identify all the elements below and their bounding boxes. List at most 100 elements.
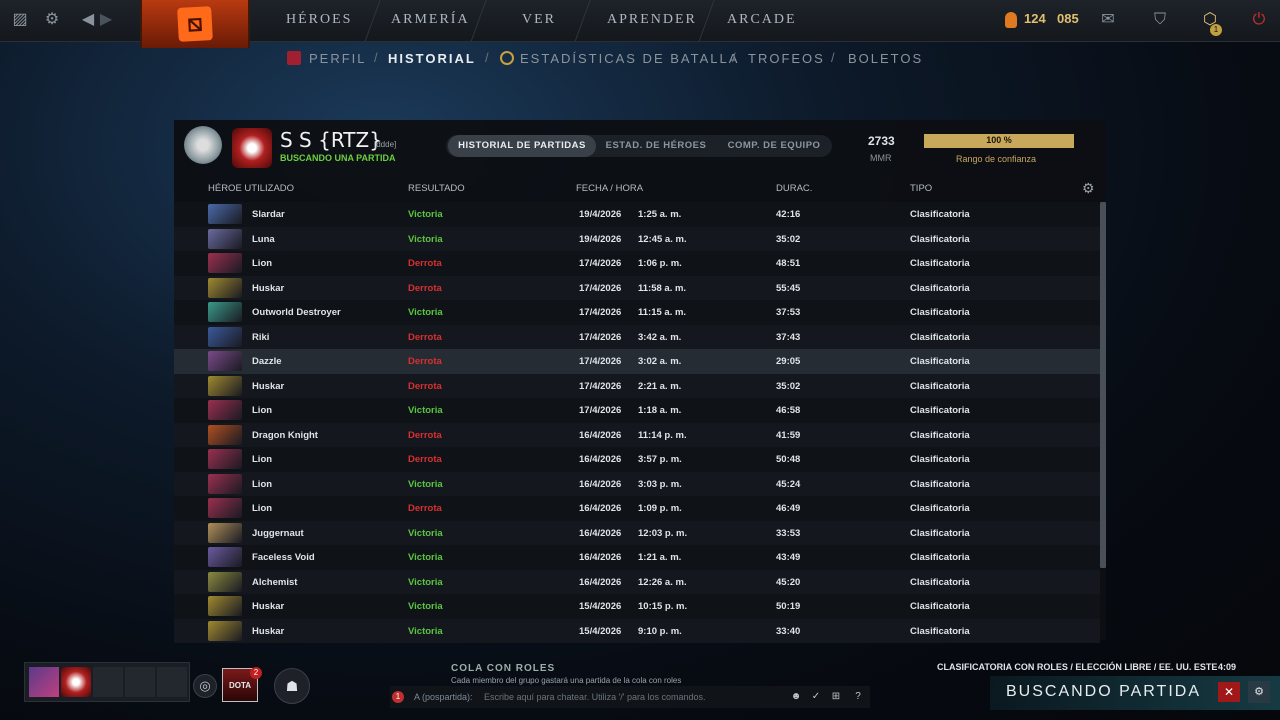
match-result: Derrota [408,282,442,294]
tab-team-comp[interactable]: COMP. DE EQUIPO [718,135,830,157]
player-status: BUSCANDO UNA PARTIDA [280,153,396,163]
column-header-type[interactable]: TIPO [910,183,932,194]
table-row[interactable]: Lion Victoria 16/4/2026 3:03 p. m. 45:24 Clas… [174,471,1100,496]
table-row[interactable]: Slardar Victoria 19/4/2026 1:25 a. m. 42:16 C… [174,202,1100,227]
match-duration: 48:51 [776,258,801,269]
match-result: Victoria [408,527,443,539]
subnav-tickets[interactable]: BOLETOS [848,51,923,66]
gear-icon[interactable]: ⚙ [42,10,62,30]
match-result: Derrota [408,454,442,465]
armory-icon[interactable]: ⛉ [1150,10,1170,30]
nav-armory[interactable]: ARMERÍA [391,12,470,28]
match-date: 15/4/2026 [579,601,622,612]
emoji-icon[interactable]: ☻ [788,689,804,705]
match-duration: 33:40 [776,625,801,637]
forward-arrow-icon[interactable]: ▶ [96,10,116,30]
match-type: Clasificatoria [910,527,970,539]
match-date: 17/4/2026 [579,331,622,343]
table-row[interactable]: Lion Derrota 17/4/2026 1:06 p. m. 48:51 Clasi… [174,251,1100,276]
subnav-battle-stats[interactable]: ESTADÍSTICAS DE BATALLA [520,51,739,66]
match-result: Victoria [408,552,443,563]
table-row[interactable]: Juggernaut Victoria 16/4/2026 12:03 p. m. 33… [174,520,1100,545]
match-date: 16/4/2026 [579,576,622,588]
match-duration: 45:24 [776,478,801,490]
table-row[interactable]: Lion Derrota 16/4/2026 3:57 p. m. 50:48 Clasi… [174,447,1100,472]
notification-count: 1 [1210,24,1222,36]
table-row[interactable]: Huskar Victoria 15/4/2026 9:10 p. m. 33:40 Cl… [174,618,1100,643]
player-tag: [ddde] [374,140,397,149]
nav-watch[interactable]: VER [522,12,556,28]
chat-input[interactable] [484,689,784,705]
match-date: 17/4/2026 [579,405,622,416]
nav-heroes[interactable]: HÉROES [286,12,352,28]
party-slot-empty[interactable] [125,667,155,697]
hero-name: Outworld Destroyer [252,307,341,318]
nav-arcade[interactable]: ARCADE [727,12,797,28]
subnav-profile[interactable]: PERFIL [309,51,367,66]
match-duration: 43:49 [776,552,801,563]
match-duration: 50:48 [776,454,801,465]
avatar[interactable] [232,128,272,168]
match-duration: 29:05 [776,356,801,367]
party-slot-empty[interactable] [93,667,123,697]
party-slot-self[interactable] [61,667,91,697]
table-row[interactable]: Huskar Victoria 15/4/2026 10:15 p. m. 50:19 C… [174,594,1100,619]
match-result: Victoria [408,233,443,245]
match-duration: 46:49 [776,503,801,514]
dota-logo-button[interactable]: ⧅ [140,0,250,48]
nav-learn[interactable]: APRENDER [607,12,697,28]
table-settings-gear-icon[interactable]: ⚙ [1082,180,1095,197]
dota-menu-icon[interactable]: ▨ [10,10,30,30]
scrollbar-thumb[interactable] [1100,202,1106,568]
chat-wheel-icon[interactable]: ⊞ [828,689,844,705]
help-icon[interactable]: ? [850,689,866,705]
table-row[interactable]: Faceless Void Victoria 16/4/2026 1:21 a. m.… [174,545,1100,570]
table-row[interactable]: Lion Victoria 17/4/2026 1:18 a. m. 46:58 Clas… [174,398,1100,423]
column-header-duration[interactable]: DURAC. [776,183,812,194]
check-icon[interactable]: ✓ [808,689,824,705]
table-row[interactable]: Lion Derrota 16/4/2026 1:09 p. m. 46:49 Clasi… [174,496,1100,521]
match-time: 12:26 a. m. [638,576,687,588]
match-result: Derrota [408,503,442,514]
match-type: Clasificatoria [910,307,970,318]
party-slot-hero[interactable] [29,667,59,697]
party-settings-icon[interactable]: ◎ [193,674,217,698]
tab-hero-stats[interactable]: ESTAD. DE HÉROES [602,135,710,157]
table-row[interactable]: Luna Victoria 19/4/2026 12:45 a. m. 35:02 Cla… [174,226,1100,251]
column-header-datetime[interactable]: FECHA / HORA [576,183,643,194]
table-row[interactable]: Huskar Derrota 17/4/2026 2:21 a. m. 35:02 Cla… [174,373,1100,398]
match-time: 1:06 p. m. [638,258,682,269]
group-icon[interactable]: ☗ [274,668,310,704]
dota-logo-icon: ⧅ [177,6,213,42]
nav-divider [364,0,381,42]
match-result: Victoria [408,405,443,416]
back-arrow-icon[interactable]: ◀ [78,10,98,30]
table-row[interactable]: Alchemist Victoria 16/4/2026 12:26 a. m. 45:… [174,569,1100,594]
match-time: 3:42 a. m. [638,331,682,343]
table-row[interactable]: Outworld Destroyer Victoria 17/4/2026 11:15… [174,300,1100,325]
match-type: Clasificatoria [910,576,970,588]
column-header-hero[interactable]: HÉROE UTILIZADO [208,183,294,194]
table-row[interactable]: Huskar Derrota 17/4/2026 11:58 a. m. 55:45 Cl… [174,275,1100,300]
tab-match-history[interactable]: HISTORIAL DE PARTIDAS [448,135,596,157]
table-row[interactable]: Dragon Knight Derrota 16/4/2026 11:14 p. m.… [174,422,1100,447]
currency-shards: 124 [1024,11,1046,26]
top-bar: ▨ ⚙ ◀ ▶ ⧅ HÉROES ARMERÍA VER APRENDER AR… [0,0,1280,48]
column-header-result[interactable]: RESULTADO [408,183,465,194]
search-settings-icon[interactable]: ⚙ [1248,681,1270,703]
mail-icon[interactable]: ✉ [1098,10,1118,30]
table-row[interactable]: Riki Derrota 17/4/2026 3:42 a. m. 37:43 Clasi… [174,324,1100,349]
subnav-trophies[interactable]: TROFEOS [748,51,825,66]
table-row[interactable]: Dazzle Derrota 17/4/2026 3:02 a. m. 29:05 Cla… [174,349,1100,374]
match-duration: 33:53 [776,527,801,539]
cancel-search-button[interactable]: ✕ [1218,682,1240,702]
chat-alert-badge: 1 [392,691,404,703]
match-time: 1:18 a. m. [638,405,682,416]
party-slot-empty[interactable] [157,667,187,697]
subnav-history[interactable]: HISTORIAL [388,51,476,66]
match-time: 2:21 a. m. [638,380,682,392]
power-icon[interactable]: ⏻ [1249,10,1269,30]
match-type: Clasificatoria [910,331,970,343]
chat-channel-label[interactable]: A (pospartida): [414,692,473,702]
match-time: 3:57 p. m. [638,454,682,465]
